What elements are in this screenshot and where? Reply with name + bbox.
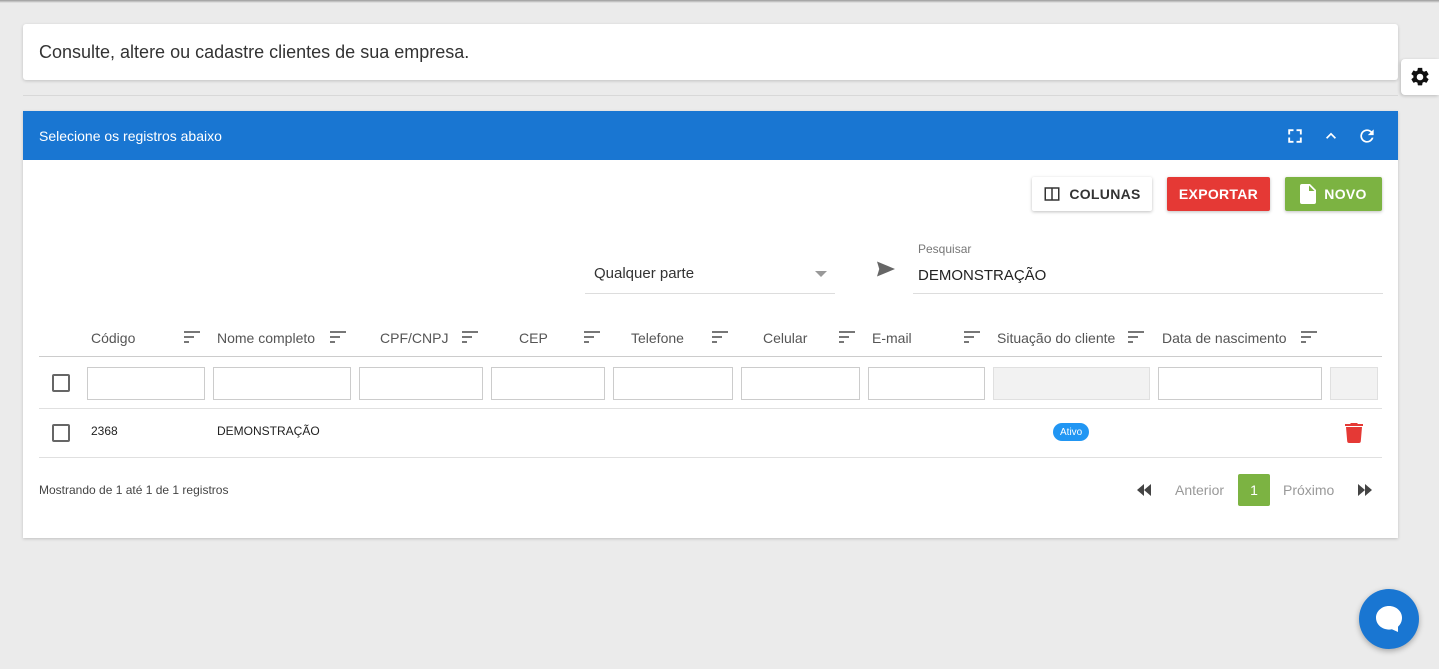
col-header-cep[interactable]: CEP (519, 328, 548, 348)
sort-icon[interactable] (712, 330, 728, 344)
last-page-icon[interactable] (1357, 474, 1373, 506)
export-button[interactable]: EXPORTAR (1167, 177, 1270, 211)
filter-cpf-input[interactable] (359, 367, 483, 400)
trash-icon[interactable] (1345, 423, 1363, 448)
fullscreen-icon[interactable] (1284, 125, 1306, 147)
col-header-nascimento[interactable]: Data de nascimento (1162, 328, 1287, 348)
filter-nome-input[interactable] (213, 367, 351, 400)
col-header-codigo[interactable]: Código (91, 328, 135, 348)
panel-title: Selecione os registros abaixo (39, 127, 222, 144)
filter-nascimento-input[interactable] (1158, 367, 1322, 400)
refresh-icon[interactable] (1356, 125, 1378, 147)
search-field: Pesquisar (913, 239, 1383, 294)
columns-icon (1043, 185, 1061, 203)
sort-icon[interactable] (184, 330, 200, 344)
header-divider (39, 356, 1382, 357)
columns-button[interactable]: COLUNAS (1032, 177, 1152, 211)
filter-telefone-input[interactable] (613, 367, 733, 400)
sort-icon[interactable] (1128, 330, 1144, 344)
cell-codigo: 2368 (91, 424, 118, 438)
sort-icon[interactable] (462, 330, 478, 344)
caret-down-icon (815, 271, 827, 277)
intro-card: Consulte, altere ou cadastre clientes de… (23, 24, 1398, 80)
sort-icon[interactable] (584, 330, 600, 344)
first-page-icon[interactable] (1136, 474, 1152, 506)
divider (23, 95, 1398, 96)
chevron-up-icon[interactable] (1320, 125, 1342, 147)
filter-cep-input[interactable] (491, 367, 605, 400)
records-info: Mostrando de 1 até 1 de 1 registros (39, 483, 229, 497)
sort-icon[interactable] (1301, 330, 1317, 344)
columns-label: COLUNAS (1069, 186, 1141, 202)
col-header-email[interactable]: E-mail (872, 328, 912, 348)
current-page-button[interactable]: 1 (1238, 474, 1270, 506)
panel-header-actions (1284, 111, 1378, 160)
filter-celular-input[interactable] (741, 367, 860, 400)
col-header-situacao[interactable]: Situação do cliente (997, 328, 1115, 348)
search-mode-select[interactable]: Qualquer parte (585, 254, 835, 294)
row-divider (39, 457, 1382, 458)
row-checkbox[interactable] (52, 424, 70, 442)
filter-codigo-input[interactable] (87, 367, 205, 400)
col-header-telefone[interactable]: Telefone (631, 328, 684, 348)
prev-page-button[interactable]: Anterior (1175, 474, 1224, 506)
cell-nome: DEMONSTRAÇÃO (217, 424, 320, 438)
sort-icon[interactable] (839, 330, 855, 344)
search-label: Pesquisar (918, 242, 972, 256)
file-icon (1300, 184, 1317, 204)
col-header-nome[interactable]: Nome completo (217, 328, 315, 348)
sort-icon[interactable] (330, 330, 346, 344)
send-icon[interactable] (877, 261, 895, 282)
filter-actions-disabled (1330, 367, 1378, 400)
settings-button[interactable] (1401, 59, 1439, 95)
next-page-button[interactable]: Próximo (1283, 474, 1334, 506)
search-input[interactable] (913, 261, 1383, 289)
search-mode-value: Qualquer parte (594, 265, 695, 282)
top-shadow (0, 0, 1439, 3)
gear-icon (1411, 67, 1429, 86)
status-badge: Ativo (1053, 423, 1090, 441)
col-header-cpf[interactable]: CPF/CNPJ (380, 328, 448, 348)
new-button[interactable]: NOVO (1285, 177, 1382, 211)
col-header-celular[interactable]: Celular (763, 328, 807, 348)
select-all-checkbox[interactable] (52, 374, 70, 392)
row-divider (39, 408, 1382, 409)
chat-button[interactable] (1359, 589, 1419, 649)
new-label: NOVO (1324, 186, 1367, 202)
sort-icon[interactable] (964, 330, 980, 344)
export-label: EXPORTAR (1178, 186, 1259, 202)
filter-email-input[interactable] (868, 367, 985, 400)
filter-situacao-disabled (993, 367, 1150, 400)
chat-icon (1376, 606, 1402, 632)
panel-header: Selecione os registros abaixo (23, 111, 1398, 160)
records-panel: Selecione os registros abaixo COLUNAS EX… (23, 111, 1398, 538)
intro-text: Consulte, altere ou cadastre clientes de… (39, 41, 470, 62)
